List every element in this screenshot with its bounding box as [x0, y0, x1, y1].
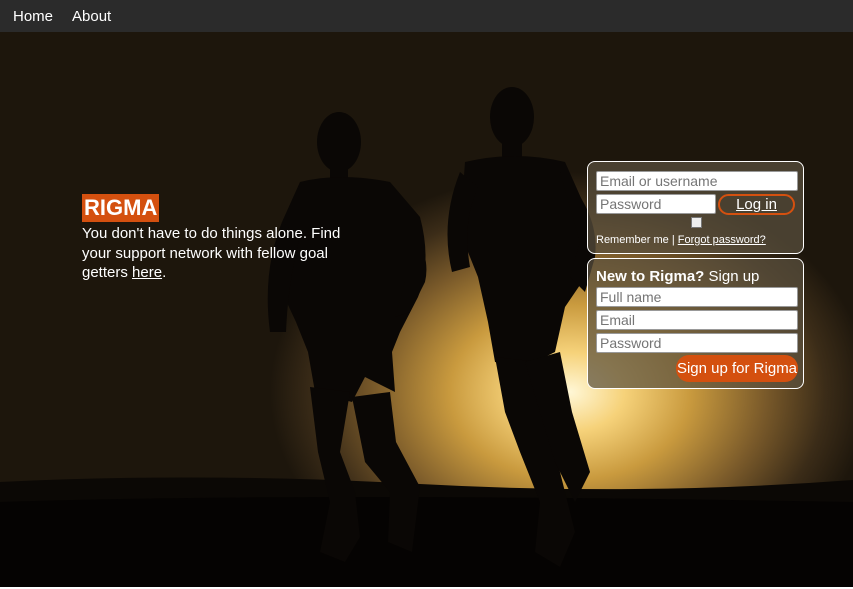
- signup-heading-rest: Sign up: [704, 268, 760, 285]
- signup-panel: New to Rigma? Sign up Sign up for Rigma: [587, 258, 804, 389]
- login-password-input[interactable]: [596, 194, 716, 214]
- remember-me-label: Remember me: [596, 234, 669, 246]
- signup-heading: New to Rigma? Sign up: [596, 268, 759, 285]
- remember-me-checkbox[interactable]: [691, 217, 702, 228]
- remember-row: Remember me | Forgot password?: [596, 234, 766, 246]
- top-navbar: Home About: [0, 0, 853, 32]
- separator: |: [671, 234, 675, 246]
- signup-password-input[interactable]: [596, 333, 798, 353]
- brand-block: RIGMA You don't have to do things alone.…: [82, 194, 352, 283]
- tagline: You don't have to do things alone. Find …: [82, 224, 352, 283]
- tagline-period: .: [162, 264, 167, 281]
- signup-fullname-input[interactable]: [596, 287, 798, 307]
- tagline-text: You don't have to do things alone. Find …: [82, 225, 341, 281]
- nav-home-link[interactable]: Home: [13, 8, 53, 25]
- login-email-input[interactable]: [596, 171, 798, 191]
- tagline-here-link[interactable]: here: [132, 264, 162, 281]
- signup-email-input[interactable]: [596, 310, 798, 330]
- signup-submit-button[interactable]: Sign up for Rigma: [676, 355, 798, 382]
- nav-about-link[interactable]: About: [72, 8, 111, 25]
- signup-heading-bold: New to Rigma?: [596, 268, 705, 285]
- login-panel: Log in Remember me | Forgot password?: [587, 161, 804, 254]
- forgot-password-link[interactable]: Forgot password?: [678, 234, 766, 246]
- login-button[interactable]: Log in: [718, 194, 795, 215]
- brand-logo-text: RIGMA: [82, 194, 160, 222]
